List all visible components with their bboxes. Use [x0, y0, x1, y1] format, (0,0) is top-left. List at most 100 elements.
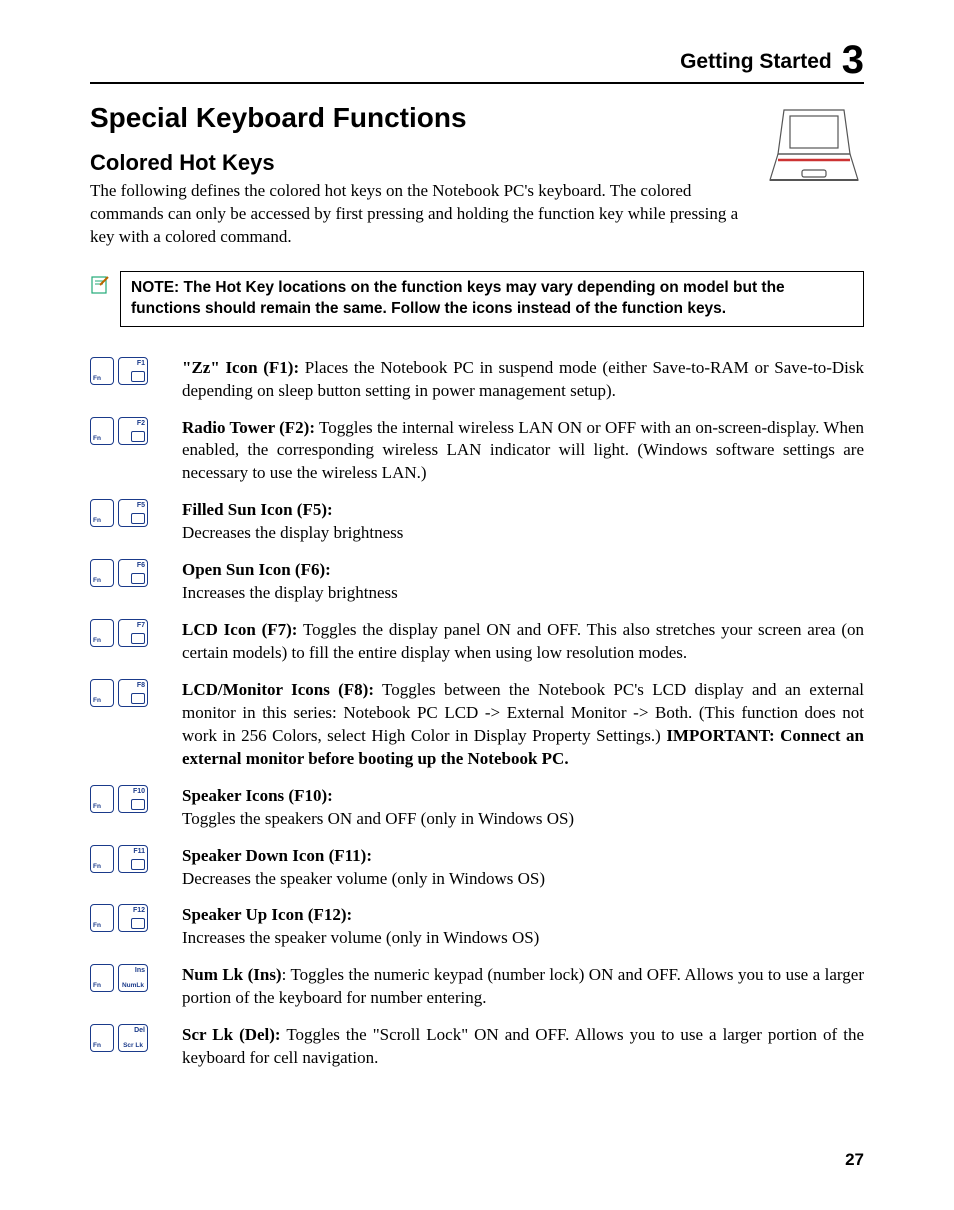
key-combo: Fn F1 [90, 357, 164, 385]
fn-key-label: Fn [93, 517, 111, 524]
function-key-bottom-label [131, 799, 145, 810]
fn-key-label: Fn [93, 697, 111, 704]
fn-key-label: Fn [93, 435, 111, 442]
hotkey-item: FnF5Filled Sun Icon (F5): Decreases the … [90, 499, 864, 545]
key-combo: FnF11 [90, 845, 164, 873]
function-key-bottom-label: NumLk [121, 982, 145, 989]
function-key-top-label: F5 [121, 502, 145, 509]
key-combo: Fn Ins NumLk [90, 964, 164, 992]
hotkey-body: Decreases the display brightness [182, 523, 403, 542]
function-key-icon: F12 [118, 904, 148, 932]
hotkey-head: Speaker Up Icon (F12): [182, 905, 352, 924]
hotkey-item: Fn F7 LCD Icon (F7): Toggles the display p… [90, 619, 864, 665]
hotkey-head: Speaker Icons (F10): [182, 786, 333, 805]
function-key-icon: F8 [118, 679, 148, 707]
hotkey-body: Toggles the speakers ON and OFF (only in… [182, 809, 574, 828]
key-combo: Fn F5 [90, 499, 164, 527]
chapter-label: Getting Started [680, 50, 832, 80]
function-key-top-label: F2 [121, 420, 145, 427]
function-key-top-label: F7 [121, 622, 145, 629]
fn-key-icon: Fn [90, 964, 114, 992]
hotkey-head: "Zz" Icon (F1): [182, 358, 299, 377]
chapter-header: Getting Started 3 [90, 40, 864, 84]
intro-paragraph: The following defines the colored hot ke… [90, 180, 754, 249]
fn-key-label: Fn [93, 375, 111, 382]
hotkey-item: Fn Del Scr Lk Scr Lk (Del): Toggles the "Sc… [90, 1024, 864, 1070]
fn-key-icon: Fn [90, 785, 114, 813]
key-combo: Fn Del Scr Lk [90, 1024, 164, 1052]
hotkey-head: Open Sun Icon (F6): [182, 560, 331, 579]
note-icon [90, 275, 110, 300]
hotkey-body: : Toggles the numeric keypad (number loc… [182, 965, 864, 1007]
function-key-bottom-label [131, 859, 145, 870]
function-key-bottom-label [131, 633, 145, 644]
function-key-icon: Ins NumLk [118, 964, 148, 992]
function-key-icon: F1 [118, 357, 148, 385]
hotkey-body: Decreases the speaker volume (only in Wi… [182, 869, 545, 888]
fn-key-icon: Fn [90, 357, 114, 385]
chapter-number: 3 [842, 40, 864, 80]
hotkey-description: Speaker Up Icon (F12): Increases the spe… [182, 904, 864, 950]
hotkey-head: Scr Lk (Del): [182, 1025, 281, 1044]
hotkey-item: FnF1"Zz" Icon (F1): Places the Notebook … [90, 357, 864, 403]
hotkey-description: Open Sun Icon (F6): Increases the displa… [182, 559, 864, 605]
hotkey-item: Fn F2 Radio Tower (F2): Toggles the intern… [90, 417, 864, 486]
function-key-top-label: F6 [121, 562, 145, 569]
hotkey-item: FnF6 Open Sun Icon (F6): Increases the di… [90, 559, 864, 605]
key-combo: Fn F7 [90, 619, 164, 647]
hotkey-description: LCD/Monitor Icons (F8): Toggles between … [182, 679, 864, 771]
fn-key-label: Fn [93, 982, 111, 989]
page-subtitle: Colored Hot Keys [90, 150, 754, 176]
hotkey-description: LCD Icon (F7): Toggles the display panel… [182, 619, 864, 665]
page-number: 27 [90, 1150, 864, 1170]
function-key-bottom-label [131, 918, 145, 929]
function-key-top-label: F8 [121, 682, 145, 689]
page-title: Special Keyboard Functions [90, 102, 754, 134]
title-block: Special Keyboard Functions Colored Hot K… [90, 102, 754, 271]
hotkey-head: LCD/Monitor Icons (F8): [182, 680, 374, 699]
hotkey-head: Radio Tower (F2): [182, 418, 315, 437]
function-key-icon: F11 [118, 845, 148, 873]
function-key-bottom-label [131, 573, 145, 584]
fn-key-icon: Fn [90, 904, 114, 932]
function-key-top-label: F12 [121, 907, 145, 914]
hotkey-body: Increases the speaker volume (only in Wi… [182, 928, 539, 947]
function-key-bottom-label: Scr Lk [121, 1042, 145, 1049]
laptop-icon [764, 102, 864, 197]
key-combo: FnF6 [90, 559, 164, 587]
key-combo: Fn F8 [90, 679, 164, 707]
hotkey-item: Fn F12 Speaker Up Icon (F12): Increases th… [90, 904, 864, 950]
fn-key-label: Fn [93, 922, 111, 929]
fn-key-icon: Fn [90, 679, 114, 707]
key-combo: Fn F2 [90, 417, 164, 445]
fn-key-icon: Fn [90, 619, 114, 647]
function-key-top-label: Ins [121, 967, 145, 974]
hotkey-body: Increases the display brightness [182, 583, 398, 602]
hotkey-item: Fn F10 Speaker Icons (F10): Toggles the sp… [90, 785, 864, 831]
key-combo: Fn F12 [90, 904, 164, 932]
hotkey-item: Fn Ins NumLk Num Lk (Ins): Toggles the nume… [90, 964, 864, 1010]
hotkey-description: Speaker Icons (F10): Toggles the speaker… [182, 785, 864, 831]
function-key-icon: Del Scr Lk [118, 1024, 148, 1052]
hotkey-head: Speaker Down Icon (F11): [182, 846, 372, 865]
function-key-top-label: Del [121, 1027, 145, 1034]
function-key-icon: F5 [118, 499, 148, 527]
key-combo: Fn F10 [90, 785, 164, 813]
hotkey-description: Speaker Down Icon (F11): Decreases the s… [182, 845, 864, 891]
hotkey-description: Num Lk (Ins): Toggles the numeric keypad… [182, 964, 864, 1010]
fn-key-label: Fn [93, 1042, 111, 1049]
fn-key-label: Fn [93, 637, 111, 644]
function-key-top-label: F1 [121, 360, 145, 367]
fn-key-icon: Fn [90, 845, 114, 873]
fn-key-icon: Fn [90, 1024, 114, 1052]
hotkey-item: Fn F8 LCD/Monitor Icons (F8): Toggles betw… [90, 679, 864, 771]
hotkey-description: Radio Tower (F2): Toggles the internal w… [182, 417, 864, 486]
function-key-bottom-label [131, 431, 145, 442]
hotkey-description: Scr Lk (Del): Toggles the "Scroll Lock" … [182, 1024, 864, 1070]
hotkey-list: FnF1"Zz" Icon (F1): Places the Notebook … [90, 357, 864, 1070]
function-key-top-label: F10 [121, 788, 145, 795]
note-box: NOTE: The Hot Key locations on the funct… [120, 271, 864, 327]
hotkey-head: Num Lk (Ins) [182, 965, 282, 984]
function-key-bottom-label [131, 693, 145, 704]
note-row: NOTE: The Hot Key locations on the funct… [90, 271, 864, 327]
